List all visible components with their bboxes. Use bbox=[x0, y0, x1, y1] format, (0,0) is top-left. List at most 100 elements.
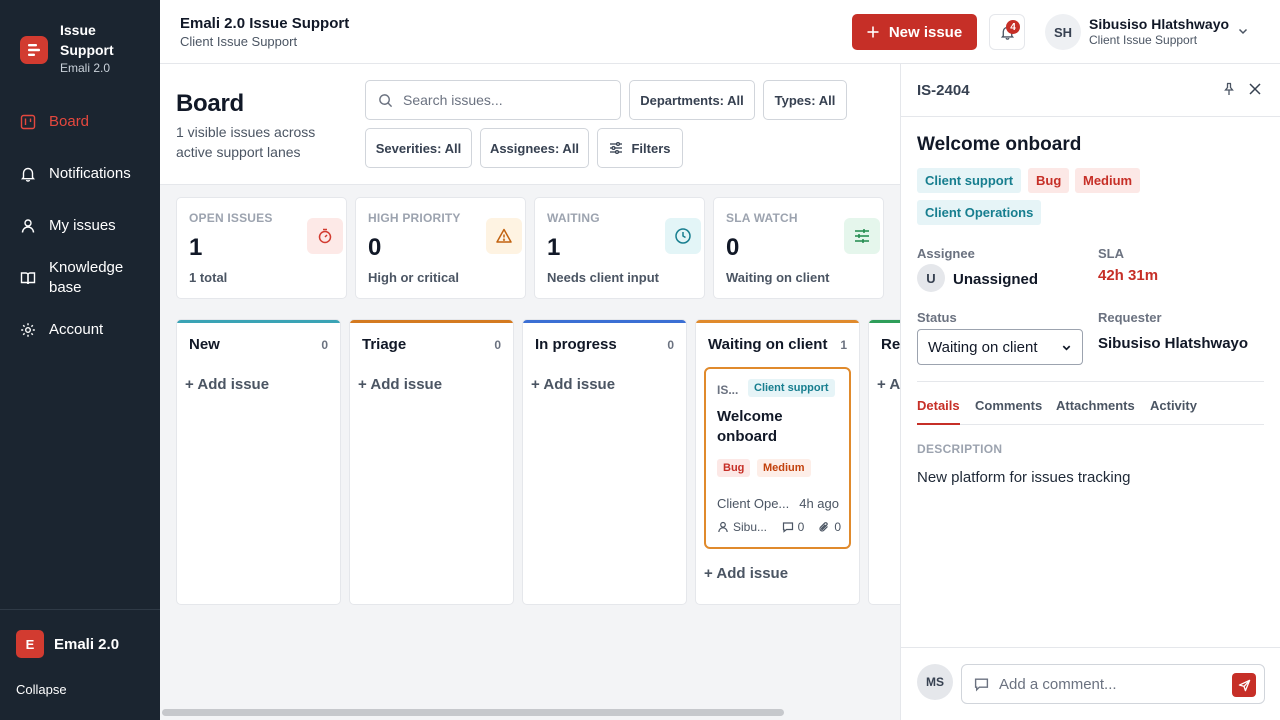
status-select[interactable]: Waiting on client bbox=[917, 329, 1083, 365]
stat-card-sla-watch[interactable]: SLA WATCH 0 Waiting on client bbox=[713, 197, 884, 299]
divider bbox=[917, 381, 1264, 382]
close-icon[interactable] bbox=[1248, 82, 1262, 96]
sidebar-item-my-issues[interactable]: My issues bbox=[0, 200, 160, 252]
sidebar-item-label: Notifications bbox=[49, 165, 131, 182]
sidebar-item-knowledge-base[interactable]: Knowledge base bbox=[0, 252, 160, 304]
sidebar-nav: Board Notifications My issues Knowledge … bbox=[0, 96, 160, 356]
new-issue-button[interactable]: New issue bbox=[852, 14, 977, 50]
pin-icon[interactable] bbox=[1222, 82, 1236, 96]
stat-card-high-priority[interactable]: HIGH PRIORITY 0 High or critical bbox=[355, 197, 526, 299]
lane-color-bar bbox=[696, 320, 859, 323]
issue-team: Client Ope... bbox=[717, 496, 790, 511]
status-value: Waiting on client bbox=[928, 338, 1038, 356]
book-icon bbox=[20, 270, 36, 286]
scrollbar-thumb[interactable] bbox=[162, 709, 784, 716]
brand[interactable]: Issue Support Emali 2.0 bbox=[20, 20, 130, 76]
status-label: Status bbox=[917, 310, 957, 325]
brand-subtitle: Emali 2.0 bbox=[60, 61, 111, 75]
assignee-value[interactable]: Unassigned bbox=[953, 271, 1038, 288]
send-icon bbox=[1238, 679, 1251, 692]
requester-label: Requester bbox=[1098, 310, 1162, 325]
lane-count: 0 bbox=[321, 338, 328, 352]
attachment-count: 0 bbox=[834, 520, 841, 534]
department-chip: Client support bbox=[917, 168, 1022, 193]
team-chip: Client Operations bbox=[917, 200, 1042, 225]
severity-chip: Medium bbox=[1075, 168, 1141, 193]
lane-count: 0 bbox=[667, 338, 674, 352]
stat-subtext: Needs client input bbox=[547, 270, 659, 285]
issue-id: IS... bbox=[717, 383, 739, 397]
divider bbox=[901, 116, 1280, 117]
sidebar-item-account[interactable]: Account bbox=[0, 304, 160, 356]
notifications-button[interactable]: 4 bbox=[989, 14, 1025, 50]
comment-box[interactable] bbox=[961, 664, 1265, 704]
collapse-button[interactable]: Collapse bbox=[16, 682, 67, 697]
detail-tabs: Details Comments Attachments Activity bbox=[917, 398, 1264, 425]
comment-icon bbox=[782, 521, 794, 533]
sidebar-item-board[interactable]: Board bbox=[0, 96, 160, 148]
severities-filter[interactable]: Severities: All bbox=[365, 128, 472, 168]
search-input[interactable] bbox=[403, 92, 603, 108]
chevron-down-icon[interactable] bbox=[1237, 25, 1249, 37]
stat-label: WAITING bbox=[547, 211, 600, 225]
lane-color-bar bbox=[869, 320, 900, 323]
page-title: Board bbox=[176, 90, 244, 117]
send-button[interactable] bbox=[1232, 673, 1256, 697]
stat-label: OPEN ISSUES bbox=[189, 211, 273, 225]
sidebar-item-notifications[interactable]: Notifications bbox=[0, 148, 160, 200]
bell-icon bbox=[20, 166, 36, 182]
user-avatar[interactable]: SH bbox=[1045, 14, 1081, 50]
gear-icon bbox=[20, 322, 36, 338]
add-issue-button[interactable]: + Add issue bbox=[185, 376, 269, 393]
lane-title: Res bbox=[881, 336, 900, 353]
search-box[interactable] bbox=[365, 80, 621, 120]
filters-button[interactable]: Filters bbox=[597, 128, 683, 168]
page-subtitle: 1 visible issues across active support l… bbox=[176, 124, 316, 160]
lane-in-progress: In progress 0 + Add issue bbox=[522, 319, 687, 605]
sidebar-item-label: Account bbox=[49, 321, 104, 338]
tab-comments[interactable]: Comments bbox=[975, 398, 1042, 425]
tab-attachments[interactable]: Attachments bbox=[1056, 398, 1135, 425]
issue-title: Welcome onboard bbox=[917, 134, 1082, 155]
user-icon bbox=[20, 218, 36, 234]
add-issue-button[interactable]: + Add issue bbox=[358, 376, 442, 393]
user-name[interactable]: Sibusiso Hlatshwayo bbox=[1089, 16, 1229, 32]
add-issue-button[interactable]: + Add issue bbox=[704, 565, 788, 582]
sliders-icon bbox=[844, 218, 880, 254]
type-chip: Bug bbox=[717, 459, 751, 477]
requester-value: Sibusiso Hlatshwayo bbox=[1098, 335, 1249, 352]
stat-value: 0 bbox=[368, 234, 382, 261]
issue-time: 4h ago bbox=[799, 496, 839, 511]
add-issue-button[interactable]: + Add issue bbox=[531, 376, 615, 393]
lane-title: Waiting on client bbox=[708, 336, 828, 353]
stat-card-waiting[interactable]: WAITING 1 Needs client input bbox=[534, 197, 705, 299]
filters-label: Filters bbox=[631, 140, 671, 156]
comment-input[interactable] bbox=[999, 675, 1219, 693]
tab-details[interactable]: Details bbox=[917, 398, 960, 425]
stat-label: HIGH PRIORITY bbox=[368, 211, 461, 225]
add-issue-button[interactable]: + A bbox=[877, 376, 900, 393]
issue-id: IS-2404 bbox=[917, 82, 970, 99]
app-subtitle: Client Issue Support bbox=[180, 34, 298, 49]
lane-resolved: Res + A bbox=[868, 319, 900, 605]
stat-label: SLA WATCH bbox=[726, 211, 798, 225]
lane-count: 0 bbox=[494, 338, 501, 352]
board-icon bbox=[20, 114, 36, 130]
workspace-switcher[interactable]: E Emali 2.0 bbox=[0, 610, 160, 658]
assignees-filter[interactable]: Assignees: All bbox=[480, 128, 589, 168]
sla-label: SLA bbox=[1098, 246, 1124, 261]
workspace-name: Emali 2.0 bbox=[54, 635, 120, 653]
warning-icon bbox=[486, 218, 522, 254]
tab-activity[interactable]: Activity bbox=[1150, 398, 1197, 425]
types-filter[interactable]: Types: All bbox=[763, 80, 847, 120]
issue-card[interactable]: IS... Client support Welcome onboard Bug… bbox=[704, 367, 851, 549]
lane-title: New bbox=[189, 336, 220, 353]
search-icon bbox=[378, 93, 393, 108]
timer-icon bbox=[307, 218, 343, 254]
new-issue-label: New issue bbox=[888, 23, 963, 41]
severity-chip: Medium bbox=[757, 459, 811, 477]
stat-card-open-issues[interactable]: OPEN ISSUES 1 1 total bbox=[176, 197, 347, 299]
departments-filter[interactable]: Departments: All bbox=[629, 80, 755, 120]
brand-logo-icon bbox=[20, 36, 48, 64]
divider bbox=[901, 647, 1280, 648]
